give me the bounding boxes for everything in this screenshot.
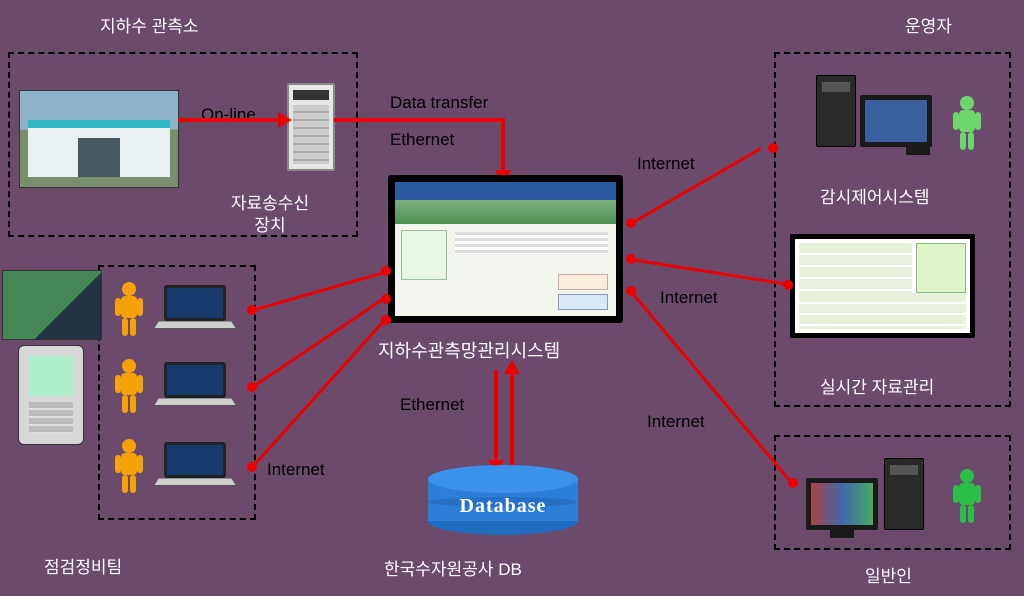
public-title: 일반인 [865, 562, 912, 587]
internet-data-label: Internet [660, 288, 718, 308]
line-pub [630, 291, 793, 484]
line-op2 [631, 258, 789, 286]
db-owner-label: 한국수자원공사 DB [384, 555, 522, 580]
team-person-2-icon [112, 358, 146, 416]
online-label: On-line [201, 105, 256, 125]
station-photo [19, 90, 179, 188]
operator-person-icon [950, 95, 984, 153]
arrow-db-down [494, 370, 498, 468]
operator-title: 운영자 [905, 12, 952, 37]
dot-t2b [381, 294, 391, 304]
phone-icon [18, 345, 84, 445]
ethernet2-label: Ethernet [400, 395, 464, 415]
device-label: 자료송수신 장치 [210, 193, 330, 237]
internet-pub-label: Internet [647, 412, 705, 432]
database-icon: Database [428, 465, 578, 535]
arrowhead-online [278, 112, 292, 128]
data-transfer-label: Data transfer [390, 93, 488, 113]
station-title: 지하수 관측소 [100, 12, 199, 37]
public-person-icon [950, 468, 984, 526]
center-label: 지하수관측망관리시스템 [378, 337, 560, 363]
dot-t1b [381, 266, 391, 276]
internet-op-label: Internet [637, 154, 695, 174]
team-person-3-icon [112, 438, 146, 496]
arrow-online [178, 118, 283, 122]
arrow-db-up [510, 370, 514, 468]
arrow-transfer-h [334, 118, 504, 122]
center-system-screen [388, 175, 623, 323]
line-t1 [252, 270, 387, 311]
team-laptop-2-icon [158, 362, 232, 410]
ethernet1-label: Ethernet [390, 130, 454, 150]
operator-panel-label: 감시제어시스템 [820, 183, 929, 208]
team-laptop-3-icon [158, 442, 232, 490]
team-title: 점검정비팀 [44, 553, 122, 578]
dot-t3b [381, 315, 391, 325]
data-panel-label: 실시간 자료관리 [820, 373, 934, 398]
arrow-transfer-v [501, 118, 505, 176]
dot-op1b [768, 143, 778, 153]
operator-pc-icon [816, 75, 932, 147]
arrowhead-db-up [504, 360, 520, 374]
team-laptop-1-icon [158, 285, 232, 333]
team-photo [2, 270, 102, 340]
data-monitor-icon [790, 234, 975, 338]
public-pc-icon [802, 458, 924, 530]
team-person-1-icon [112, 281, 146, 339]
internet-team-label: Internet [267, 460, 325, 480]
dot-op2b [783, 280, 793, 290]
server-icon [287, 83, 335, 171]
database-label: Database [428, 495, 578, 518]
dot-pub-b [788, 478, 798, 488]
